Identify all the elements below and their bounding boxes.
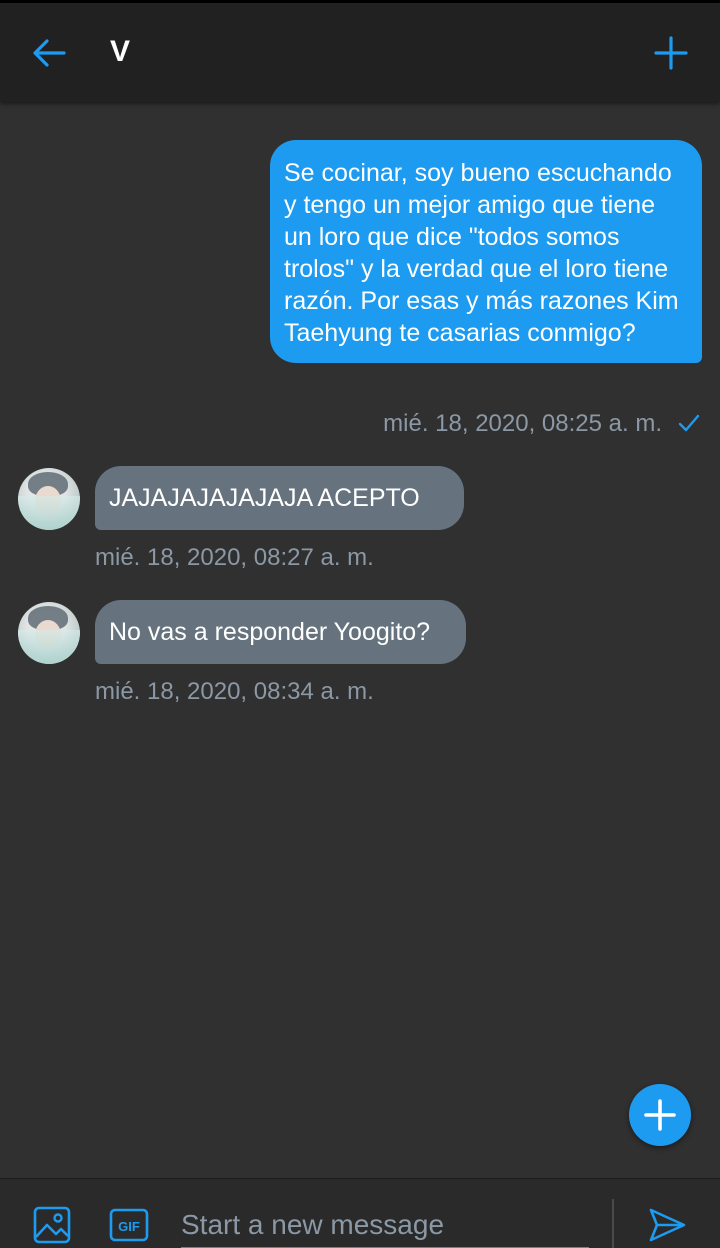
arrow-left-icon	[33, 39, 66, 67]
send-button[interactable]	[647, 1205, 687, 1245]
plus-icon	[644, 1099, 676, 1131]
dm-conversation-screen: V Se cocinar, soy bueno escuchando y ten…	[0, 0, 720, 1248]
message-text: JAJAJAJAJAJAJA ACEPTO	[109, 484, 420, 512]
plus-icon	[654, 36, 688, 70]
check-icon	[678, 414, 700, 432]
conversation-title[interactable]: V	[110, 34, 130, 70]
message-timestamp: mié. 18, 2020, 08:27 a. m.	[95, 544, 374, 571]
message-timestamp: mié. 18, 2020, 08:34 a. m.	[95, 678, 374, 705]
gif-icon: GIF	[109, 1208, 149, 1242]
compose-fab-button[interactable]	[629, 1084, 691, 1146]
status-bar-edge	[0, 0, 720, 3]
add-gif-button[interactable]: GIF	[109, 1208, 149, 1242]
image-icon	[33, 1206, 71, 1244]
received-message-bubble[interactable]: JAJAJAJAJAJAJA ACEPTO	[95, 466, 464, 530]
message-text: No vas a responder Yoogito?	[109, 618, 431, 646]
message-text: Se cocinar, soy bueno escuchando y tengo…	[284, 159, 679, 347]
avatar[interactable]	[18, 602, 80, 664]
conversation-header: V	[0, 0, 720, 102]
divider	[612, 1199, 614, 1248]
send-icon	[649, 1208, 686, 1242]
add-image-button[interactable]	[32, 1205, 72, 1245]
add-button[interactable]	[650, 32, 692, 74]
received-message-bubble[interactable]: No vas a responder Yoogito?	[95, 600, 466, 664]
message-input[interactable]	[181, 1203, 589, 1248]
message-timestamp: mié. 18, 2020, 08:25 a. m.	[383, 410, 662, 437]
back-button[interactable]	[28, 32, 70, 74]
sent-message-bubble[interactable]: Se cocinar, soy bueno escuchando y tengo…	[270, 140, 702, 363]
avatar[interactable]	[18, 468, 80, 530]
message-composer: GIF	[0, 1178, 720, 1248]
gif-label: GIF	[118, 1219, 140, 1234]
